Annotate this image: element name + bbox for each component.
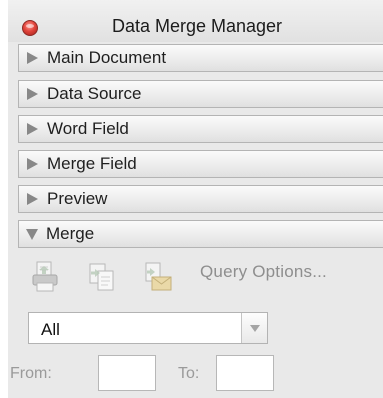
merge-to-email-icon[interactable] — [142, 260, 174, 294]
data-merge-manager-window: Data Merge Manager Main Document Data So… — [8, 0, 383, 398]
query-options-button[interactable]: Query Options... — [200, 262, 327, 282]
records-select[interactable]: All — [28, 312, 268, 344]
disclosure-triangle-expanded-icon — [26, 228, 38, 240]
title-bar[interactable]: Data Merge Manager — [8, 0, 383, 42]
disclosure-triangle-collapsed-icon — [27, 123, 38, 135]
from-field[interactable] — [98, 355, 156, 391]
to-field[interactable] — [216, 355, 274, 391]
section-label: Merge — [46, 224, 95, 243]
section-main-document[interactable]: Main Document — [18, 44, 383, 72]
to-label: To: — [178, 365, 200, 382]
disclosure-triangle-collapsed-icon — [27, 52, 38, 64]
section-label: Word Field — [47, 119, 129, 138]
close-button[interactable] — [22, 20, 38, 36]
section-merge[interactable]: Merge — [18, 220, 383, 248]
section-preview[interactable]: Preview — [18, 185, 383, 213]
window-title: Data Merge Manager — [111, 16, 283, 36]
section-label: Preview — [47, 189, 108, 208]
section-label: Merge Field — [47, 154, 137, 173]
records-select-value: All — [41, 320, 60, 339]
disclosure-triangle-collapsed-icon — [27, 88, 38, 100]
from-label: From: — [10, 365, 52, 382]
section-label: Data Source — [47, 84, 142, 103]
section-merge-field[interactable]: Merge Field — [18, 150, 383, 178]
section-data-source[interactable]: Data Source — [18, 80, 383, 108]
disclosure-triangle-collapsed-icon — [27, 193, 38, 205]
chevron-down-icon[interactable] — [241, 313, 267, 343]
merge-to-new-document-icon[interactable] — [86, 260, 118, 294]
merge-to-printer-icon[interactable] — [30, 260, 62, 294]
disclosure-triangle-collapsed-icon — [27, 158, 38, 170]
section-label: Main Document — [47, 48, 167, 67]
section-word-field[interactable]: Word Field — [18, 115, 383, 143]
